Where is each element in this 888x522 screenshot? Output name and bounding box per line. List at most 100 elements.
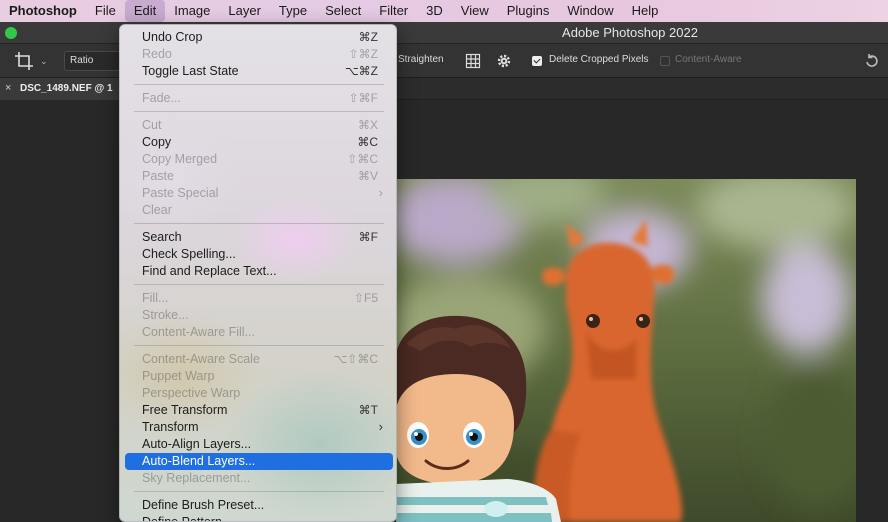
menu-item-label: Cut [142, 118, 162, 132]
menu-item-shortcut: ⌘C [357, 135, 378, 149]
menu-item-label: Paste Special [142, 186, 219, 200]
document-photo[interactable] [396, 179, 856, 522]
menu-item-label: Paste [142, 169, 174, 183]
window-zoom-button[interactable] [5, 27, 17, 39]
window-title: Adobe Photoshop 2022 [562, 25, 698, 40]
menu-item-label: Auto-Blend Layers... [142, 454, 256, 468]
menu-item-shortcut: ⌘F [358, 230, 378, 244]
menubar-item-layer[interactable]: Layer [219, 0, 270, 22]
menu-item-label: Undo Crop [142, 30, 203, 44]
delete-cropped-pixels-label: Delete Cropped Pixels [549, 54, 649, 65]
menu-item-toggle-last-state[interactable]: Toggle Last State ⌥⌘Z [125, 63, 393, 80]
menu-item-shortcut: ⌥⌘Z [344, 64, 378, 78]
menu-item-paste-special[interactable]: Paste Special › [125, 185, 393, 202]
menu-item-shortcut: ⌘X [357, 118, 378, 132]
menu-item-shortcut: ⌘Z [358, 30, 378, 44]
menu-item-shortcut: ⇧F5 [353, 291, 378, 305]
menu-item-label: Find and Replace Text... [142, 264, 277, 278]
menu-item-label: Perspective Warp [142, 386, 241, 400]
menu-item-content-aware-fill[interactable]: Content-Aware Fill... [125, 324, 393, 341]
menubar-item-filter[interactable]: Filter [370, 0, 417, 22]
crop-tool-icon[interactable] [14, 51, 34, 71]
menu-item-copy-merged[interactable]: Copy Merged ⇧⌘C [125, 151, 393, 168]
menu-item-shortcut: ⇧⌘C [347, 152, 378, 166]
menu-item-search[interactable]: Search ⌘F [125, 229, 393, 246]
menu-item-auto-blend-layers[interactable]: Auto-Blend Layers... [125, 453, 393, 470]
edit-menu: Undo Crop ⌘Z Redo ⇧⌘Z Toggle Last State ⌥⌘Z Fa… [119, 24, 397, 522]
content-aware-label: Content-Aware [675, 54, 742, 65]
menu-item-fill[interactable]: Fill... ⇧F5 [125, 290, 393, 307]
menubar-item-3d[interactable]: 3D [417, 0, 452, 22]
menu-item-stroke[interactable]: Stroke... [125, 307, 393, 324]
menu-item-shortcut: ⇧⌘Z [348, 47, 378, 61]
menu-item-find-and-replace-text[interactable]: Find and Replace Text... [125, 263, 393, 280]
menubar-item-photoshop[interactable]: Photoshop [0, 0, 86, 22]
menubar-item-type[interactable]: Type [270, 0, 316, 22]
menu-item-define-brush-preset[interactable]: Define Brush Preset... [125, 497, 393, 514]
crop-ratio-select[interactable]: Ratio [64, 51, 124, 71]
menu-item-cut[interactable]: Cut ⌘X [125, 117, 393, 134]
menubar-item-help[interactable]: Help [623, 0, 668, 22]
close-icon[interactable]: × [5, 82, 11, 94]
menubar-item-edit[interactable]: Edit [124, 0, 166, 22]
menu-separator [134, 111, 384, 112]
menu-item-label: Redo [142, 47, 172, 61]
menu-item-check-spelling[interactable]: Check Spelling... [125, 246, 393, 263]
straighten-button[interactable]: Straighten [398, 54, 444, 65]
menubar-item-plugins[interactable]: Plugins [498, 0, 559, 22]
content-aware-checkbox[interactable] [660, 56, 670, 66]
chevron-right-icon: › [378, 185, 383, 200]
menu-item-label: Stroke... [142, 308, 189, 322]
menubar-item-view[interactable]: View [452, 0, 498, 22]
menu-item-label: Fill... [142, 291, 169, 305]
menu-item-copy[interactable]: Copy ⌘C [125, 134, 393, 151]
menu-item-label: Auto-Align Layers... [142, 437, 252, 451]
menu-item-label: Puppet Warp [142, 369, 215, 383]
chevron-right-icon: › [378, 419, 383, 434]
menu-item-label: Clear [142, 203, 172, 217]
menu-item-undo-crop[interactable]: Undo Crop ⌘Z [125, 29, 393, 46]
menu-item-auto-align-layers[interactable]: Auto-Align Layers... [125, 436, 393, 453]
menu-separator [134, 491, 384, 492]
delete-cropped-pixels-checkbox[interactable] [532, 56, 542, 66]
menu-item-shortcut: ⌘V [357, 169, 378, 183]
menu-item-label: Free Transform [142, 403, 228, 417]
menu-item-shortcut: ⌥⇧⌘C [333, 352, 378, 366]
menu-item-content-aware-scale[interactable]: Content-Aware Scale ⌥⇧⌘C [125, 351, 393, 368]
menu-item-label: Transform [142, 420, 199, 434]
menu-item-clear[interactable]: Clear [125, 202, 393, 219]
menubar-item-image[interactable]: Image [165, 0, 219, 22]
overlay-grid-icon[interactable] [465, 53, 481, 69]
menubar-item-select[interactable]: Select [316, 0, 370, 22]
menu-item-fade[interactable]: Fade... ⇧⌘F [125, 90, 393, 107]
menu-item-free-transform[interactable]: Free Transform ⌘T [125, 402, 393, 419]
menu-item-perspective-warp[interactable]: Perspective Warp [125, 385, 393, 402]
menu-item-puppet-warp[interactable]: Puppet Warp [125, 368, 393, 385]
menubar-item-file[interactable]: File [86, 0, 125, 22]
menu-item-define-pattern[interactable]: Define Pattern... [125, 514, 393, 521]
menu-item-shortcut: ⇧⌘F [348, 91, 378, 105]
menu-item-label: Toggle Last State [142, 64, 239, 78]
menu-item-label: Content-Aware Fill... [142, 325, 256, 339]
menu-item-label: Search [142, 230, 182, 244]
chevron-down-icon[interactable]: ⌄ [40, 54, 48, 68]
menu-separator [134, 345, 384, 346]
reset-icon[interactable] [864, 53, 880, 69]
menu-separator [134, 84, 384, 85]
menu-item-paste[interactable]: Paste ⌘V [125, 168, 393, 185]
menu-item-label: Sky Replacement... [142, 471, 251, 485]
menu-item-transform[interactable]: Transform › [125, 419, 393, 436]
menu-item-redo[interactable]: Redo ⇧⌘Z [125, 46, 393, 63]
macos-menubar: Photoshop File Edit Image Layer Type Select Fil… [0, 0, 888, 22]
menu-item-shortcut: ⌘T [358, 403, 378, 417]
menu-item-sky-replacement[interactable]: Sky Replacement... [125, 470, 393, 487]
menu-separator [134, 284, 384, 285]
gear-icon[interactable] [496, 53, 512, 69]
menubar-item-window[interactable]: Window [558, 0, 622, 22]
photo-image [396, 179, 856, 522]
menu-separator [134, 223, 384, 224]
document-tab-label: DSC_1489.NEF @ 1 [20, 83, 113, 94]
menu-item-label: Content-Aware Scale [142, 352, 260, 366]
document-tab[interactable]: × DSC_1489.NEF @ 1 [0, 78, 128, 100]
menu-item-label: Check Spelling... [142, 247, 236, 261]
